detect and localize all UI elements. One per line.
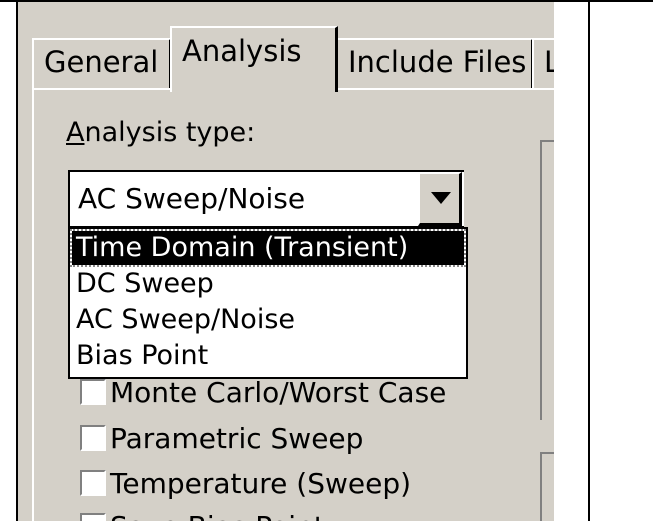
analysis-type-label: Analysis type: [66,117,255,148]
tab-include-files[interactable]: Include Files [336,38,534,90]
analysis-type-dropdown-list: Time Domain (Transient) DC Sweep AC Swee… [68,227,468,379]
option-label: Save Bias Point [110,510,325,521]
chevron-down-icon [431,192,451,204]
option-parametric-sweep[interactable]: Parametric Sweep [80,420,363,458]
save-bias-point-checkbox[interactable] [80,513,106,521]
option-label: Monte Carlo/Worst Case [110,376,447,409]
option-label: Temperature (Sweep) [110,467,412,500]
analysis-type-mnemonic: A [66,117,85,148]
tab-panel-left-edge [32,88,34,521]
option-label: Parametric Sweep [110,422,364,455]
simulation-settings-dialog: General Include Files L Analysis Analysi… [18,2,554,521]
option-monte-carlo[interactable]: Monte Carlo/Worst Case [80,374,446,412]
tab-analysis[interactable]: Analysis [170,26,338,92]
options-group-edge [540,140,554,420]
analysis-type-label-text: nalysis type: [84,117,256,148]
dropdown-option-bias-point[interactable]: Bias Point [72,339,464,373]
parametric-sweep-checkbox[interactable] [80,425,106,451]
right-border [588,0,590,521]
tab-general[interactable]: General [32,38,172,90]
option-temperature-sweep[interactable]: Temperature (Sweep) [80,465,411,503]
dropdown-option-time-domain[interactable]: Time Domain (Transient) [70,229,466,267]
tab-partial[interactable]: L [532,38,554,90]
option-save-bias-point[interactable]: Save Bias Point [80,508,325,521]
dropdown-option-ac-sweep[interactable]: AC Sweep/Noise [72,303,464,337]
temperature-sweep-checkbox[interactable] [80,470,106,496]
analysis-type-value: AC Sweep/Noise [78,182,306,215]
analysis-type-combo[interactable]: AC Sweep/Noise [68,170,464,228]
monte-carlo-checkbox[interactable] [80,379,106,405]
dropdown-option-dc-sweep[interactable]: DC Sweep [72,267,464,301]
options-group-edge-lower [540,452,554,521]
analysis-type-dropdown-button[interactable] [418,172,462,226]
